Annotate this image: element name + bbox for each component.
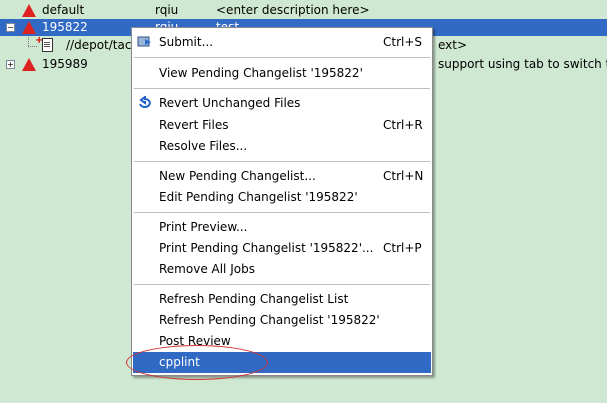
menu-item-label: Print Pending Changelist '195822'...: [159, 241, 374, 255]
menu-item-revert-unchanged[interactable]: Revert Unchanged Files: [133, 93, 431, 114]
pending-changelist-icon: [22, 4, 36, 17]
menu-item-label: View Pending Changelist '195822': [159, 66, 363, 80]
menu-item-post-review[interactable]: Post Review: [133, 331, 431, 352]
pending-changelist-icon: [22, 21, 36, 34]
menu-item-label: Print Preview...: [159, 220, 248, 234]
context-menu: Submit... Ctrl+S View Pending Changelist…: [131, 27, 433, 376]
tree-connector: [28, 37, 29, 46]
menu-item-shortcut: Ctrl+P: [383, 241, 422, 255]
menu-item-label: Revert Files: [159, 118, 229, 132]
menu-item-label: cpplint: [159, 355, 200, 369]
tree-row-default[interactable]: default rqiu <enter description here>: [0, 2, 607, 19]
collapse-icon[interactable]: −: [6, 23, 15, 32]
menu-item-remove-jobs[interactable]: Remove All Jobs: [133, 259, 431, 280]
menu-item-shortcut: Ctrl+S: [383, 35, 423, 49]
menu-item-label: Post Review: [159, 334, 231, 348]
menu-separator: [134, 161, 430, 162]
menu-separator: [134, 284, 430, 285]
expand-icon[interactable]: +: [6, 60, 15, 69]
menu-item-print-pending[interactable]: Print Pending Changelist '195822'... Ctr…: [133, 238, 431, 259]
changelist-description: <enter description here>: [216, 3, 370, 17]
pending-changelist-icon: [22, 58, 36, 71]
menu-item-label: Refresh Pending Changelist '195822': [159, 313, 380, 327]
menu-item-label: Edit Pending Changelist '195822': [159, 190, 358, 204]
menu-item-shortcut: Ctrl+N: [383, 169, 424, 183]
file-path: //depot/tac: [66, 38, 132, 52]
menu-separator: [134, 57, 430, 58]
submit-icon: [137, 36, 151, 47]
changelist-name: default: [42, 3, 85, 17]
menu-item-resolve-files[interactable]: Resolve Files...: [133, 136, 431, 157]
menu-item-print-preview[interactable]: Print Preview...: [133, 217, 431, 238]
file-icon: [42, 38, 53, 52]
menu-item-edit-pending[interactable]: Edit Pending Changelist '195822': [133, 187, 431, 208]
tree-connector: [28, 46, 37, 47]
menu-item-label: Revert Unchanged Files: [159, 96, 301, 110]
changelist-user: rqiu: [155, 3, 179, 17]
menu-item-label: Remove All Jobs: [159, 262, 255, 276]
menu-item-label: Submit...: [159, 35, 214, 49]
revert-icon: [139, 96, 151, 108]
menu-item-cpplint[interactable]: cpplint: [133, 352, 431, 373]
menu-item-label: Refresh Pending Changelist List: [159, 292, 349, 306]
menu-item-label: New Pending Changelist...: [159, 169, 316, 183]
menu-item-revert-files[interactable]: Revert Files Ctrl+R: [133, 115, 431, 136]
changelist-name: 195822: [42, 20, 88, 34]
menu-separator: [134, 88, 430, 89]
changelist-name: 195989: [42, 57, 88, 71]
menu-item-label: Resolve Files...: [159, 139, 248, 153]
file-description: ext>: [438, 38, 468, 52]
menu-item-new-pending[interactable]: New Pending Changelist... Ctrl+N: [133, 166, 431, 187]
changelist-description: support using tab to switch to: [438, 57, 607, 71]
menu-item-refresh-pending[interactable]: Refresh Pending Changelist '195822': [133, 310, 431, 331]
menu-item-view-pending[interactable]: View Pending Changelist '195822': [133, 63, 431, 84]
menu-item-submit[interactable]: Submit... Ctrl+S: [133, 32, 431, 53]
menu-item-refresh-list[interactable]: Refresh Pending Changelist List: [133, 289, 431, 310]
menu-item-shortcut: Ctrl+R: [383, 118, 423, 132]
menu-separator: [134, 212, 430, 213]
